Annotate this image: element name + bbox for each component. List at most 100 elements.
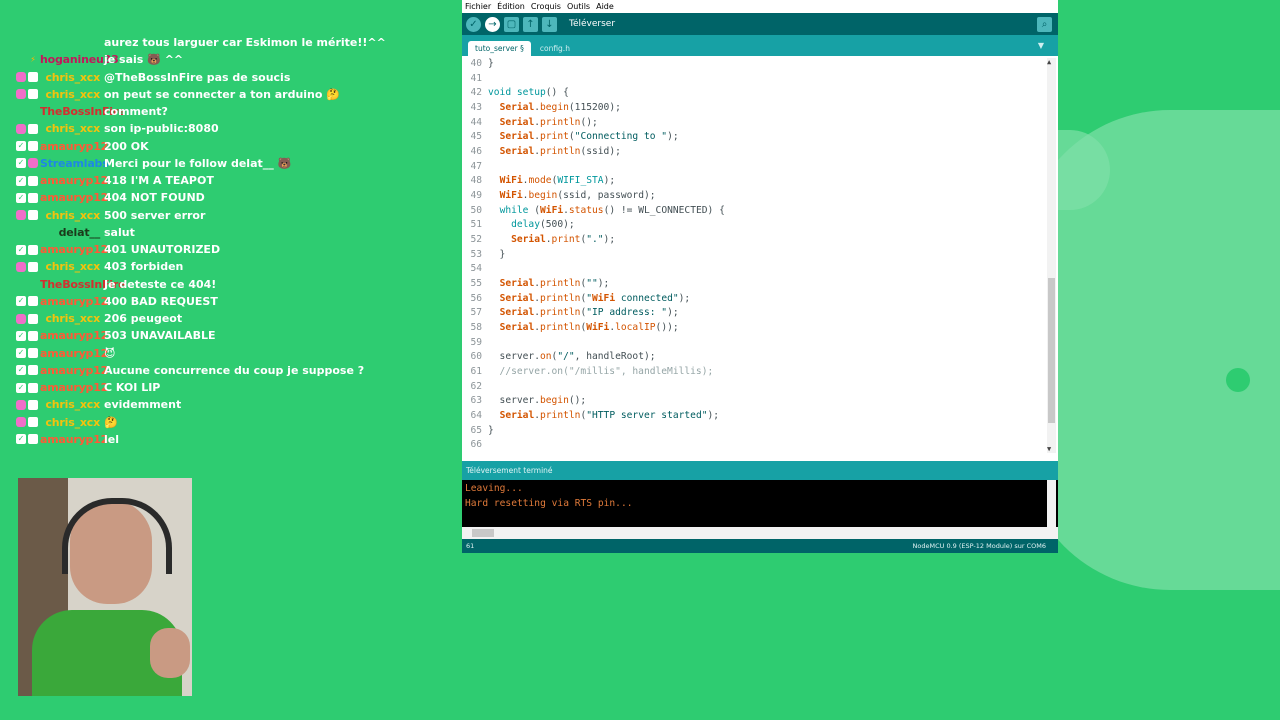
chat-text: 🤔 bbox=[104, 415, 118, 429]
cam-badge-icon bbox=[28, 72, 38, 83]
chat-username[interactable]: TheBossInFire bbox=[40, 105, 126, 118]
sub-badge-icon bbox=[16, 72, 26, 83]
code-line: 65} bbox=[462, 423, 1058, 438]
chat-badges: ⚡ bbox=[0, 55, 40, 65]
sub-badge-icon bbox=[16, 399, 26, 410]
scroll-thumb[interactable] bbox=[1048, 278, 1055, 423]
sub-badge-icon bbox=[16, 123, 26, 134]
chat-message: delat__ salut bbox=[0, 224, 460, 241]
new-file-icon[interactable]: ▢ bbox=[504, 16, 519, 32]
menu-outils[interactable]: Outils bbox=[567, 2, 590, 11]
chat-username[interactable]: amauryp12 bbox=[40, 347, 108, 360]
chat-username[interactable]: chris_xcx bbox=[40, 209, 104, 222]
menu-croquis[interactable]: Croquis bbox=[531, 2, 561, 11]
chat-username[interactable]: amauryp12 bbox=[40, 433, 108, 446]
upload-arrow-icon[interactable]: → bbox=[485, 16, 500, 32]
code-lines: 40} 41 42 void setup() {43 Serial.begin(115… bbox=[462, 56, 1058, 452]
code-line: 56 Serial.println("WiFi connected"); bbox=[462, 291, 1058, 306]
hscroll-thumb[interactable] bbox=[472, 529, 494, 537]
save-down-arrow-icon[interactable]: ↓ bbox=[542, 16, 557, 32]
code-line: 64 Serial.println("HTTP server started")… bbox=[462, 408, 1058, 423]
chat-username[interactable]: amauryp12 bbox=[40, 381, 108, 394]
code-editor[interactable]: 40} 41 42 void setup() {43 Serial.begin(115… bbox=[462, 56, 1058, 457]
chat-username[interactable]: hoganineu33 bbox=[40, 53, 119, 66]
chat-message: chris_xcx 🤔 bbox=[0, 414, 460, 431]
open-up-arrow-icon[interactable]: ↑ bbox=[523, 16, 538, 32]
line-number: 52 bbox=[470, 233, 482, 245]
line-number: 48 bbox=[470, 175, 482, 187]
chat-message: ✓ amauryp12 200 OK bbox=[0, 138, 460, 155]
chat-badges: ✓ bbox=[0, 244, 40, 255]
line-number: 57 bbox=[470, 307, 482, 319]
code-line: 66 bbox=[462, 437, 1058, 452]
chat-text: 418 I'M A TEAPOT bbox=[104, 174, 214, 188]
code-text: } bbox=[488, 248, 506, 260]
chat-username[interactable]: amauryp12 bbox=[40, 191, 108, 204]
chat-text: on peut se connecter a ton arduino 🤔 bbox=[104, 87, 340, 101]
chat-username[interactable]: amauryp12 bbox=[40, 243, 108, 256]
chat-message: chris_xcx evidemment bbox=[0, 396, 460, 413]
chat-badges: ✓ bbox=[0, 330, 40, 341]
chat-message: chris_xcx 206 peugeot bbox=[0, 310, 460, 327]
chat-username[interactable]: chris_xcx bbox=[40, 260, 104, 273]
chat-username[interactable]: TheBossInFire bbox=[40, 278, 126, 291]
code-line: 59 bbox=[462, 335, 1058, 350]
chat-username[interactable]: amauryp12 bbox=[40, 329, 108, 342]
chat-username[interactable]: chris_xcx bbox=[40, 416, 104, 429]
chat-username[interactable]: chris_xcx bbox=[40, 71, 104, 84]
chat-panel: aurez tous larguer car Eskimon le mérite… bbox=[0, 34, 460, 448]
tab-menu-chevron-icon[interactable]: ▼ bbox=[1038, 41, 1044, 50]
serial-monitor-magnifier-icon[interactable]: ⌕ bbox=[1037, 16, 1052, 32]
chat-username[interactable]: chris_xcx bbox=[40, 122, 104, 135]
chat-text: 400 BAD REQUEST bbox=[104, 294, 218, 308]
menu-edition[interactable]: Édition bbox=[497, 2, 525, 11]
console-horizontal-scrollbar[interactable] bbox=[462, 527, 1058, 539]
console-scrollbar[interactable] bbox=[1047, 480, 1056, 527]
chat-username[interactable]: delat__ bbox=[40, 226, 104, 239]
scroll-up-arrow-icon[interactable]: ▲ bbox=[1047, 58, 1051, 66]
chat-message: chris_xcx @TheBossInFire pas de soucis bbox=[0, 69, 460, 86]
sub-badge-icon bbox=[16, 89, 26, 100]
menu-fichier[interactable]: Fichier bbox=[465, 2, 491, 11]
line-number: 56 bbox=[470, 292, 482, 304]
line-number: 63 bbox=[470, 395, 482, 407]
line-number: 62 bbox=[470, 380, 482, 392]
chat-badges bbox=[0, 210, 40, 221]
webcam-hand bbox=[150, 628, 190, 678]
chat-username[interactable]: chris_xcx bbox=[40, 88, 104, 101]
code-text: while (WiFi.status() != WL_CONNECTED) { bbox=[499, 204, 725, 216]
status-bar: Téléversement terminé bbox=[462, 461, 1058, 480]
chat-username[interactable]: chris_xcx bbox=[40, 398, 104, 411]
line-number: 55 bbox=[470, 277, 482, 289]
mod-badge-icon: ✓ bbox=[16, 175, 26, 186]
tab-config-h[interactable]: config.h bbox=[533, 41, 577, 56]
cam-badge-icon bbox=[28, 123, 38, 134]
chat-badges: ✓ bbox=[0, 158, 40, 169]
chat-message: TheBossInFire comment? bbox=[0, 103, 460, 120]
menu-aide[interactable]: Aide bbox=[596, 2, 614, 11]
scroll-down-arrow-icon[interactable]: ▼ bbox=[1047, 445, 1051, 453]
tab-tuto-server[interactable]: tuto_server § bbox=[468, 41, 531, 56]
console-line: Leaving... bbox=[465, 483, 523, 494]
cam-badge-icon bbox=[28, 210, 38, 221]
chat-username[interactable]: amauryp12 bbox=[40, 140, 108, 153]
verify-check-icon[interactable]: ✓ bbox=[466, 16, 481, 32]
chat-username[interactable]: Streamlabs bbox=[40, 157, 109, 170]
code-line: 55 Serial.println(""); bbox=[462, 276, 1058, 291]
cam-badge-icon bbox=[28, 192, 38, 203]
footer-bar: 61 NodeMCU 0.9 (ESP-12 Module) sur COM6 bbox=[462, 539, 1058, 553]
code-line: 49 WiFi.begin(ssid, password); bbox=[462, 188, 1058, 203]
webcam-headset bbox=[62, 498, 172, 574]
chat-message: ✓ amauryp12 400 BAD REQUEST bbox=[0, 293, 460, 310]
chat-username[interactable]: amauryp12 bbox=[40, 174, 108, 187]
chat-username[interactable]: amauryp12 bbox=[40, 295, 108, 308]
code-line: 41 bbox=[462, 71, 1058, 86]
code-line: 40} bbox=[462, 56, 1058, 71]
chat-username[interactable]: amauryp12 bbox=[40, 364, 108, 377]
editor-vertical-scrollbar[interactable]: ▲ ▼ bbox=[1047, 58, 1056, 453]
chat-message: ✓ amauryp12 C KOI LIP bbox=[0, 379, 460, 396]
chat-username[interactable]: chris_xcx bbox=[40, 312, 104, 325]
chat-text: 😈 bbox=[104, 346, 116, 360]
board-info: NodeMCU 0.9 (ESP-12 Module) sur COM6 bbox=[912, 542, 1046, 550]
chat-message: ✓ amauryp12 404 NOT FOUND bbox=[0, 189, 460, 206]
